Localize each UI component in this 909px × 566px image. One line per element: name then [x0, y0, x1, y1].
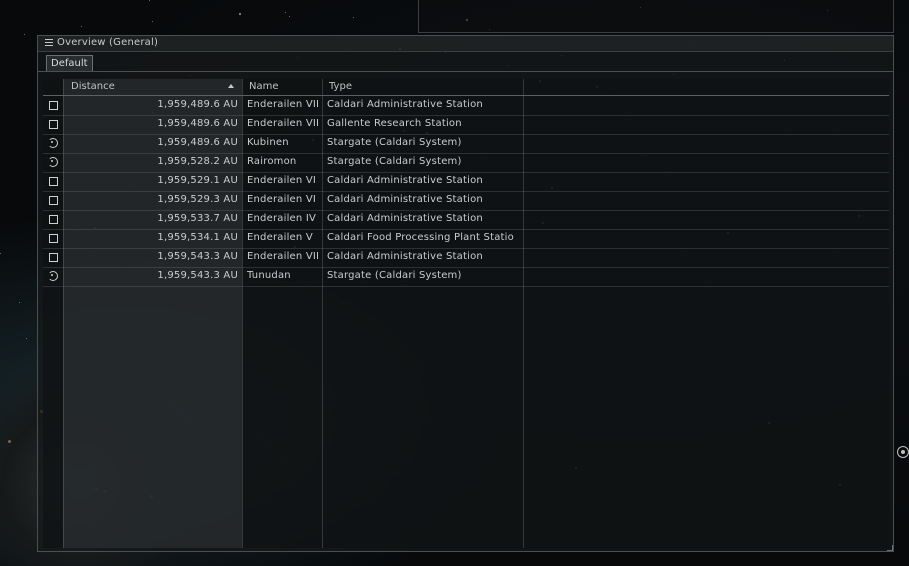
row-type: Caldari Administrative Station — [327, 175, 483, 186]
row-distance: 1,959,529.3 AU — [157, 194, 238, 205]
table-row[interactable]: 1,959,543.3 AU Enderailen VII Caldari Admi… — [43, 248, 889, 268]
table-row[interactable]: 1,959,529.1 AU Enderailen VI Caldari Admin… — [43, 172, 889, 192]
station-square-icon — [49, 215, 58, 224]
row-type: Caldari Administrative Station — [327, 251, 483, 262]
stargate-icon — [48, 157, 58, 167]
row-type: Caldari Administrative Station — [327, 99, 483, 110]
station-square-icon — [49, 101, 58, 110]
target-icon[interactable] — [897, 446, 909, 458]
station-square-icon — [49, 120, 58, 129]
row-type: Stargate (Caldari System) — [327, 270, 462, 281]
star — [19, 302, 20, 303]
row-distance: 1,959,528.2 AU — [157, 156, 238, 167]
sort-ascending-icon[interactable] — [228, 84, 234, 88]
row-distance: 1,959,543.3 AU — [157, 270, 238, 281]
column-header-type[interactable]: Type — [329, 79, 352, 95]
row-distance: 1,959,529.1 AU — [157, 175, 238, 186]
row-type: Caldari Food Processing Plant Statio — [327, 232, 514, 243]
star — [26, 338, 27, 339]
row-distance: 1,959,543.3 AU — [157, 251, 238, 262]
row-name: Enderailen VI — [247, 175, 317, 186]
column-header-name[interactable]: Name — [249, 79, 279, 95]
row-type: Caldari Administrative Station — [327, 194, 483, 205]
table-row[interactable]: 1,959,528.2 AU Rairomon Stargate (Caldari … — [43, 153, 889, 173]
star — [152, 21, 153, 22]
star — [81, 26, 82, 27]
table-row[interactable]: 1,959,534.1 AU Enderailen V Caldari Food P… — [43, 229, 889, 249]
star — [149, 0, 150, 1]
row-distance: 1,959,489.6 AU — [157, 99, 238, 110]
column-header-distance[interactable]: Distance — [71, 79, 115, 95]
row-name: Rairomon — [247, 156, 297, 167]
station-square-icon — [49, 253, 58, 262]
tab-divider — [38, 71, 893, 72]
table-row[interactable]: 1,959,489.6 AU Enderailen VII Caldari Admi… — [43, 96, 889, 116]
menu-icon[interactable] — [45, 39, 53, 46]
overview-title-bar[interactable]: Overview (General) — [38, 36, 893, 52]
star — [239, 13, 241, 15]
table-row[interactable]: 1,959,543.3 AU Tunudan Stargate (Caldari S… — [43, 267, 889, 287]
row-name: Enderailen VII — [247, 99, 320, 110]
row-type: Stargate (Caldari System) — [327, 137, 462, 148]
table-header: Distance Name Type — [43, 79, 889, 96]
row-type: Gallente Research Station — [327, 118, 462, 129]
row-name: Enderailen V — [247, 232, 313, 243]
row-name: Enderailen IV — [247, 213, 317, 224]
overview-table: Distance Name Type 1,959,489.6 AU Enderai… — [43, 79, 889, 548]
row-name: Enderailen VI — [247, 194, 317, 205]
table-row[interactable]: 1,959,529.3 AU Enderailen VI Caldari Admin… — [43, 191, 889, 211]
row-type: Stargate (Caldari System) — [327, 156, 462, 167]
stargate-icon — [48, 138, 58, 148]
stargate-icon — [48, 271, 58, 281]
row-name: Kubinen — [247, 137, 289, 148]
row-name: Tunudan — [247, 270, 291, 281]
resize-handle[interactable] — [887, 545, 893, 551]
row-name: Enderailen VII — [247, 251, 320, 262]
station-square-icon — [49, 234, 58, 243]
row-distance: 1,959,533.7 AU — [157, 213, 238, 224]
row-name: Enderailen VII — [247, 118, 320, 129]
station-square-icon — [49, 177, 58, 186]
star — [289, 16, 290, 17]
row-type: Caldari Administrative Station — [327, 213, 483, 224]
table-row[interactable]: 1,959,533.7 AU Enderailen IV Caldari Admin… — [43, 210, 889, 230]
star — [285, 12, 286, 13]
star — [0, 253, 1, 254]
station-square-icon — [49, 196, 58, 205]
ship-light — [8, 440, 11, 443]
star — [24, 34, 25, 35]
table-row[interactable]: 1,959,489.6 AU Enderailen VII Gallente Res… — [43, 115, 889, 135]
upper-panel — [418, 0, 894, 33]
star — [353, 17, 354, 18]
row-distance: 1,959,489.6 AU — [157, 118, 238, 129]
overview-window: Overview (General) Default Distance Name… — [37, 35, 894, 552]
tab-default[interactable]: Default — [46, 55, 93, 71]
window-title: Overview (General) — [57, 37, 159, 48]
row-distance: 1,959,534.1 AU — [157, 232, 238, 243]
table-row[interactable]: 1,959,489.6 AU Kubinen Stargate (Caldari S… — [43, 134, 889, 154]
row-distance: 1,959,489.6 AU — [157, 137, 238, 148]
